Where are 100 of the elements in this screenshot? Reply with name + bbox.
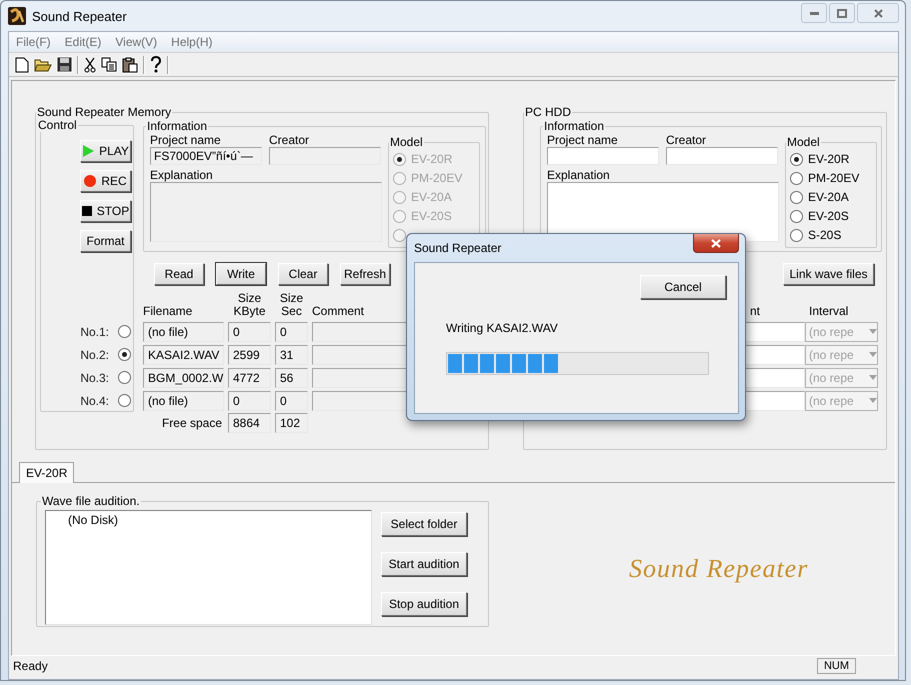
status-indicator: NUM — [816, 658, 856, 674]
stop-button[interactable]: STOP — [80, 200, 131, 222]
creator-field[interactable] — [269, 147, 381, 165]
progress-message: Writing KASAI2.WAV — [446, 321, 559, 335]
filename-field[interactable]: KASAI2.WAV — [143, 344, 224, 364]
option-label: PM-20EV — [411, 171, 462, 185]
audition-button[interactable]: Stop audition — [381, 592, 467, 616]
radio-button[interactable] — [790, 172, 803, 184]
option-label: PM-20EV — [808, 171, 860, 185]
format-button[interactable]: Format — [80, 230, 131, 252]
field-label: Project name — [547, 133, 619, 147]
minimize-button[interactable] — [801, 3, 827, 23]
filename-field[interactable]: BGM_0002.W — [143, 368, 224, 388]
minimize-icon — [810, 12, 818, 14]
cancel-button[interactable]: Cancel — [640, 275, 726, 299]
seconds-field[interactable]: 31 — [275, 344, 308, 364]
slot-label: No.3: — [80, 370, 109, 384]
size-field[interactable]: 2599 — [228, 344, 271, 364]
menu-item[interactable]: View(V) — [108, 35, 164, 49]
play-button[interactable]: PLAY — [80, 140, 131, 162]
field-label: Explanation — [547, 168, 611, 182]
radio-button[interactable] — [790, 152, 803, 166]
explanation-field[interactable] — [150, 182, 382, 242]
size-field[interactable]: 0 — [228, 322, 271, 342]
help-icon[interactable] — [150, 56, 162, 73]
group-title: Sound Repeater Memory — [36, 105, 172, 119]
radio-button[interactable] — [790, 228, 803, 242]
clipboard-icon[interactable] — [122, 56, 138, 72]
new-file-icon[interactable] — [15, 56, 29, 72]
option-label: EV-20A — [411, 190, 452, 204]
column-header: Size Sec — [278, 292, 304, 318]
radio-button[interactable] — [118, 348, 131, 361]
maximize-button[interactable] — [829, 3, 855, 23]
record-icon — [84, 175, 96, 187]
close-button[interactable] — [857, 3, 899, 23]
app-icon — [8, 7, 26, 25]
radio-button[interactable] — [118, 371, 131, 384]
status-text: Ready — [13, 659, 48, 673]
field-label: Creator — [269, 133, 310, 147]
close-button[interactable] — [693, 234, 739, 253]
dropdown-arrow-icon — [869, 398, 877, 403]
radio-button[interactable] — [790, 210, 803, 222]
option-label: S-20S — [808, 228, 842, 242]
slot-label: No.1: — [80, 324, 109, 338]
size-field[interactable]: 4772 — [228, 368, 271, 388]
stop-icon — [82, 206, 92, 216]
menu-item[interactable]: Edit(E) — [58, 35, 108, 49]
dropdown-arrow-icon — [869, 329, 877, 334]
audition-button[interactable]: Start audition — [381, 552, 467, 576]
option-label: EV-20R — [411, 152, 452, 166]
folder-icon[interactable] — [34, 57, 52, 72]
dialog-title: Sound Repeater — [414, 241, 502, 255]
seconds-field[interactable]: 0 — [275, 322, 308, 342]
seconds-field[interactable]: 56 — [275, 368, 308, 388]
radio-button[interactable] — [118, 394, 131, 407]
option-label: EV-20S — [808, 209, 849, 223]
save-icon[interactable] — [57, 57, 72, 72]
filename-field[interactable]: (no file) — [143, 390, 224, 410]
audition-button[interactable]: Select folder — [381, 512, 467, 536]
slot-label: No.2: — [80, 348, 109, 362]
rec-button[interactable]: REC — [80, 170, 131, 192]
action-button[interactable]: Write — [216, 263, 266, 285]
action-button[interactable]: Link wave files — [783, 263, 874, 285]
free-size-field: 8864 — [228, 413, 271, 433]
radio-button[interactable] — [790, 190, 803, 204]
seconds-field[interactable]: 0 — [275, 390, 308, 410]
action-button[interactable]: Read — [154, 263, 204, 285]
free-space-label: Free space — [160, 416, 223, 430]
option-label: EV-20R — [808, 152, 850, 166]
maximize-icon — [837, 8, 847, 18]
project-name-field[interactable] — [547, 147, 659, 165]
slot-label: No.4: — [80, 394, 109, 408]
close-icon — [874, 8, 882, 18]
action-button[interactable]: Clear — [278, 263, 328, 285]
group-title: Control — [37, 118, 77, 132]
file-list[interactable]: (No Disk) — [45, 510, 372, 625]
close-icon — [711, 238, 721, 248]
tab[interactable]: EV-20R — [19, 462, 74, 483]
project-name-field[interactable]: FS7000EV”ñí•ú`— — [150, 147, 262, 165]
size-field[interactable]: 0 — [228, 390, 271, 410]
group-title: PC HDD — [524, 105, 572, 119]
group-title: Wave file audition. — [41, 494, 141, 508]
menu-item[interactable]: Help(H) — [164, 35, 220, 49]
logo: Sound Repeater — [629, 554, 808, 584]
dropdown-arrow-icon — [869, 352, 877, 357]
filename-field[interactable]: (no file) — [143, 322, 224, 342]
field-label: Project name — [150, 133, 222, 147]
action-button[interactable]: Refresh — [340, 263, 390, 285]
creator-field[interactable] — [666, 147, 778, 165]
scissors-icon[interactable] — [84, 56, 96, 72]
group-title: Model — [786, 135, 821, 149]
play-icon — [82, 145, 94, 157]
copy-icon[interactable] — [101, 57, 117, 72]
window-title: Sound Repeater — [32, 8, 127, 24]
menu-item[interactable]: File(F) — [9, 35, 58, 49]
list-item[interactable]: (No Disk) — [68, 513, 371, 527]
column-header: Interval — [808, 304, 850, 318]
option-label: EV-20S — [411, 209, 452, 223]
group-title: Information — [543, 119, 606, 133]
radio-button[interactable] — [118, 325, 131, 338]
